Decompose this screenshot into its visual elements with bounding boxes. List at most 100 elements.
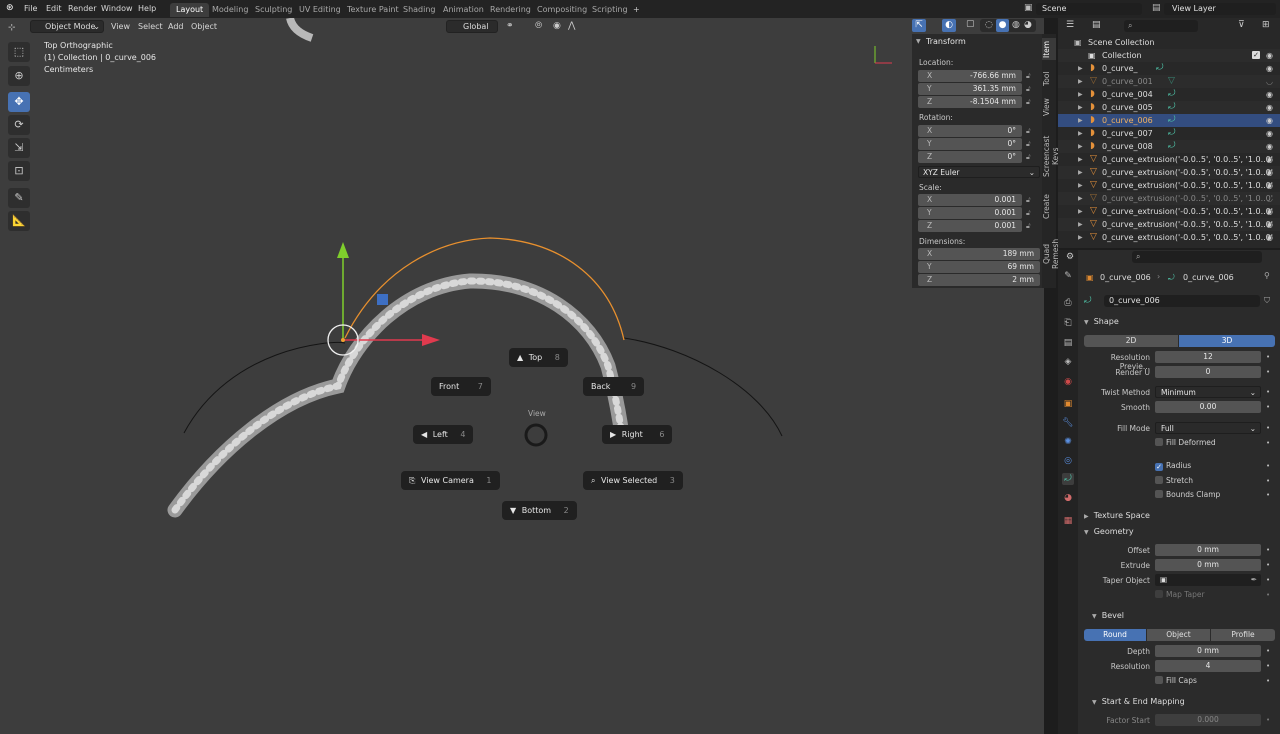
wireframe-shading-icon[interactable]: ◌ <box>985 20 993 30</box>
object-properties-icon[interactable]: ▣ <box>1062 398 1074 410</box>
tab-item[interactable]: Item <box>1042 38 1056 60</box>
scale-tool-icon[interactable]: ⇲ <box>8 138 30 158</box>
expand-icon[interactable]: ▶ <box>1078 140 1083 153</box>
transform-header[interactable]: Transform <box>926 37 966 46</box>
gizmo-xy-plane[interactable] <box>377 294 388 305</box>
scale-z-field[interactable]: Z 0.001 <box>918 220 1022 232</box>
material-properties-icon[interactable]: ◕ <box>1062 492 1074 504</box>
lock-icon[interactable]: 🔓︎ <box>1026 127 1031 136</box>
keyframe-dot-icon[interactable]: • <box>1266 462 1270 470</box>
rotation-mode-dropdown[interactable]: XYZ Euler ⌄ <box>918 166 1040 178</box>
expand-icon[interactable]: ▶ <box>1078 75 1083 88</box>
pie-left-button[interactable]: ◀ Left 4 <box>413 425 474 444</box>
gizmo-toggle-icon[interactable]: ⇱ <box>912 19 926 32</box>
scale-x-field[interactable]: X 0.001 <box>918 194 1022 206</box>
lock-icon[interactable]: 🔓︎ <box>1026 209 1031 218</box>
tab-shading[interactable]: Shading <box>397 3 442 17</box>
keyframe-dot-icon[interactable]: • <box>1266 353 1270 361</box>
texture-space-panel-header[interactable]: ▶ Texture Space <box>1084 511 1150 520</box>
modifier-properties-icon[interactable]: 🔧︎ <box>1062 417 1074 429</box>
eye-icon[interactable]: ◉ <box>1266 127 1273 140</box>
keyframe-dot-icon[interactable]: • <box>1266 677 1270 685</box>
proportional-edit-icon[interactable]: ◉ <box>553 21 561 31</box>
tab-rendering[interactable]: Rendering <box>484 3 537 17</box>
expand-icon[interactable]: ▶ <box>1078 179 1083 192</box>
editor-type-icon[interactable]: ⊹ <box>8 23 16 33</box>
outliner-item[interactable]: ▶ ◗ 0_curve_007 ⤾ ◉ <box>1058 127 1280 140</box>
lock-icon[interactable]: 🔓︎ <box>1026 222 1031 231</box>
outliner-item[interactable]: ▶ ▽ 0_curve_001 ▽ ◡ <box>1058 75 1280 88</box>
scale-y-field[interactable]: Y 0.001 <box>918 207 1022 219</box>
dimensions-z-field[interactable]: Z 2 mm <box>918 274 1040 286</box>
pie-bottom-button[interactable]: ▼ Bottom 2 <box>502 501 577 520</box>
eye-icon[interactable]: ◉ <box>1266 166 1273 179</box>
gizmo-y-arrow[interactable] <box>337 242 349 258</box>
keyframe-dot-icon[interactable]: • <box>1266 388 1270 396</box>
resolution-preview-field[interactable]: 12 <box>1155 351 1261 363</box>
gizmo-x-arrow[interactable] <box>422 334 440 346</box>
lock-icon[interactable]: 🔓︎ <box>1026 196 1031 205</box>
keyframe-dot-icon[interactable]: • <box>1266 591 1270 599</box>
dimensions-y-field[interactable]: Y 69 mm <box>918 261 1040 273</box>
outliner-item[interactable]: ▶ ▽ 0_curve_extrusion('-0.0..5', '0.0..5',… <box>1058 218 1280 231</box>
material-shading-icon[interactable]: ◍ <box>1012 20 1020 30</box>
keyframe-dot-icon[interactable]: • <box>1266 439 1270 447</box>
radius-checkbox[interactable]: ✓ Radius <box>1155 461 1191 471</box>
location-z-field[interactable]: Z -8.1504 mm <box>918 96 1022 108</box>
menu-edit[interactable]: Edit <box>46 4 62 13</box>
expand-icon[interactable]: ▶ <box>1078 114 1083 127</box>
lock-icon[interactable]: 🔓︎ <box>1026 72 1031 81</box>
eye-icon[interactable]: ◉ <box>1266 49 1273 62</box>
datablock-name-field[interactable]: 0_curve_006 <box>1104 295 1260 307</box>
display-mode-icon[interactable]: ▤ <box>1092 20 1101 30</box>
tab-view[interactable]: View <box>1042 96 1056 118</box>
rendered-shading-icon[interactable]: ◕ <box>1024 20 1032 30</box>
fill-caps-checkbox[interactable]: Fill Caps <box>1155 676 1197 685</box>
panel-collapse-icon[interactable]: ▼ <box>916 38 921 45</box>
depth-field[interactable]: 0 mm <box>1155 645 1261 657</box>
checkbox-icon[interactable]: ✓ <box>1252 51 1260 59</box>
viewport-menu-object[interactable]: Object <box>191 22 217 31</box>
tab-quad-remesh[interactable]: Quad Remesh <box>1042 228 1060 280</box>
location-x-field[interactable]: X -766.66 mm <box>918 70 1022 82</box>
keyframe-dot-icon[interactable]: • <box>1266 576 1270 584</box>
eye-icon[interactable]: ◉ <box>1266 88 1273 101</box>
properties-editor-icon[interactable]: ⚙ <box>1066 252 1074 262</box>
transform-tool-icon[interactable]: ⊡ <box>8 161 30 181</box>
viewport-menu-select[interactable]: Select <box>138 22 163 31</box>
select-box-icon[interactable]: ⬚ <box>8 42 30 62</box>
tab-modeling[interactable]: Modeling <box>206 3 254 17</box>
annotate-icon[interactable]: ✎ <box>8 188 30 208</box>
dimension-3d-button[interactable]: 3D <box>1179 335 1275 347</box>
scene-icon[interactable]: ▣ <box>1024 3 1033 13</box>
fill-deformed-checkbox[interactable]: Fill Deformed <box>1155 438 1216 447</box>
menu-file[interactable]: File <box>24 4 37 13</box>
pie-right-button[interactable]: ▶ Right 6 <box>602 425 673 444</box>
scene-properties-icon[interactable]: ◈ <box>1062 356 1074 368</box>
smooth-field[interactable]: 0.00 <box>1155 401 1261 413</box>
eye-icon[interactable]: ◉ <box>1266 140 1273 153</box>
outliner-editor-icon[interactable]: ☰ <box>1066 20 1074 30</box>
outliner-item[interactable]: ▶ ▽ 0_curve_extrusion('-0.0..5', '0.0..5',… <box>1058 231 1280 244</box>
outliner-item[interactable]: ▶ ▽ 0_curve_extrusion('-0.0..5', '0.0..5',… <box>1058 153 1280 166</box>
rotation-x-field[interactable]: X 0° <box>918 125 1022 137</box>
solid-shading-icon[interactable]: ● <box>996 19 1009 32</box>
add-workspace-button[interactable]: + <box>627 3 646 17</box>
curve-data-properties-icon[interactable]: ⤾ <box>1062 473 1074 485</box>
eyedropper-icon[interactable]: ✒ <box>1251 574 1257 586</box>
tool-properties-icon[interactable]: ✎ <box>1062 270 1074 282</box>
keyframe-dot-icon[interactable]: • <box>1266 491 1270 499</box>
texture-properties-icon[interactable]: ▦ <box>1062 515 1074 527</box>
rotation-y-field[interactable]: Y 0° <box>918 138 1022 150</box>
location-y-field[interactable]: Y 361.35 mm <box>918 83 1022 95</box>
fake-user-icon[interactable]: ⛉ <box>1264 296 1270 306</box>
expand-icon[interactable]: ▶ <box>1078 153 1083 166</box>
view-layer-icon[interactable]: ▤ <box>1152 3 1161 13</box>
factor-start-field[interactable]: 0.000 <box>1155 714 1261 726</box>
expand-icon[interactable]: ▶ <box>1078 231 1083 244</box>
pie-top-button[interactable]: ▲ Top 8 <box>509 348 568 367</box>
eye-icon[interactable]: ◉ <box>1266 218 1273 231</box>
dimension-2d-button[interactable]: 2D <box>1084 335 1178 347</box>
expand-icon[interactable]: ▶ <box>1078 166 1083 179</box>
eye-icon[interactable]: ◉ <box>1266 205 1273 218</box>
